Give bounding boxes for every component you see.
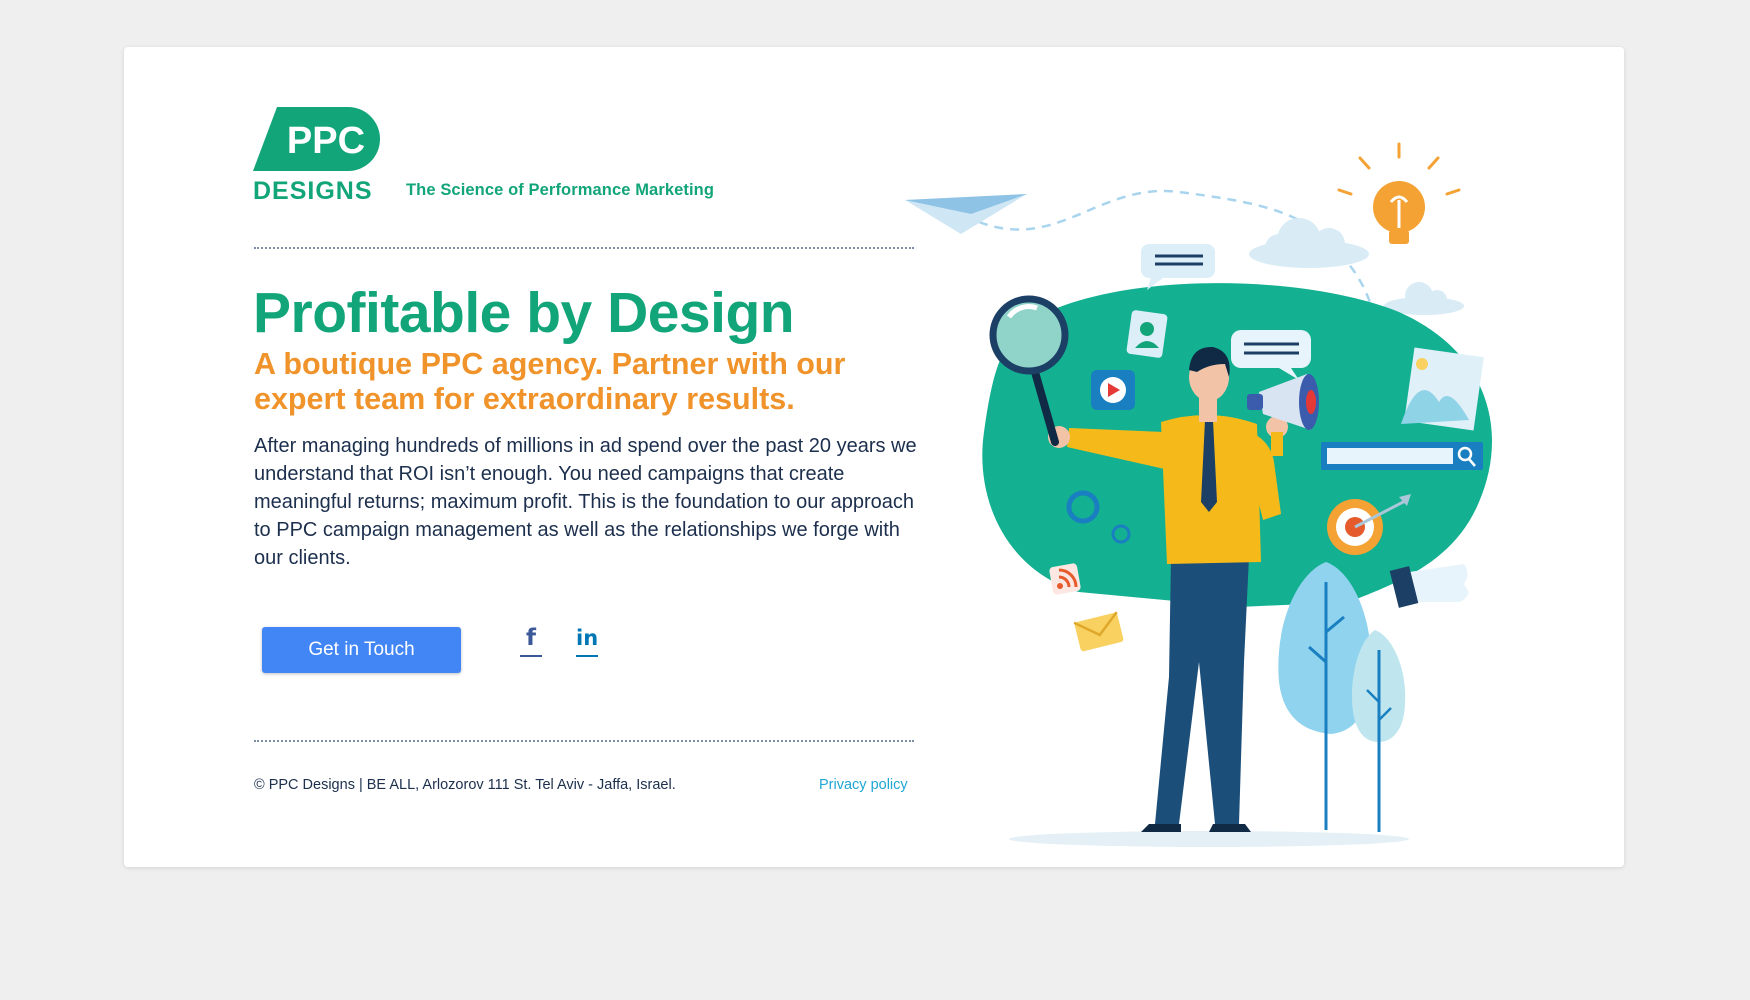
logo-bottom-text: DESIGNS bbox=[253, 177, 373, 203]
hero-illustration bbox=[905, 142, 1493, 847]
footer-copyright: © PPC Designs | BE ALL, Arlozorov 111 St… bbox=[254, 777, 676, 793]
linkedin-link[interactable]: in bbox=[576, 624, 599, 657]
ppc-designs-logo[interactable]: PPC DESIGNS bbox=[253, 107, 383, 203]
facebook-link[interactable]: f bbox=[520, 624, 542, 657]
image-icon bbox=[1401, 347, 1484, 431]
ground-shadow bbox=[1009, 831, 1409, 847]
lightbulb-icon bbox=[1337, 142, 1461, 244]
top-divider bbox=[254, 247, 914, 249]
paper-plane-icon bbox=[905, 194, 1027, 234]
mail-icon bbox=[1073, 611, 1124, 652]
facebook-icon: f bbox=[525, 625, 536, 651]
intro-paragraph: After managing hundreds of millions in a… bbox=[254, 435, 917, 569]
page-title: Profitable by Design bbox=[253, 281, 795, 345]
tagline: The Science of Performance Marketing bbox=[406, 181, 715, 199]
cloud-icon bbox=[1384, 282, 1464, 315]
main-card: PPC DESIGNS The Science of Performance M… bbox=[124, 47, 1624, 867]
video-play-icon bbox=[1091, 370, 1135, 410]
linkedin-icon: in bbox=[576, 626, 599, 650]
get-in-touch-button[interactable]: Get in Touch bbox=[262, 627, 461, 673]
page-subtitle: A boutique PPC agency. Partner with our … bbox=[254, 347, 846, 416]
bottom-divider bbox=[254, 740, 914, 742]
chat-bubble-icon bbox=[1141, 244, 1215, 290]
logo-top-text: PPC bbox=[287, 120, 365, 162]
profile-card-icon bbox=[1126, 310, 1168, 358]
rss-icon bbox=[1049, 563, 1081, 595]
search-bar-icon bbox=[1321, 442, 1483, 470]
thumbs-up-icon bbox=[1389, 564, 1469, 608]
tree-icon bbox=[1351, 630, 1406, 832]
cloud-icon bbox=[1249, 218, 1369, 268]
